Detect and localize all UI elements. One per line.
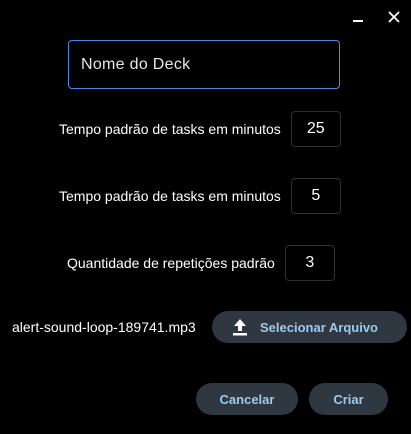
deck-name-input[interactable] bbox=[68, 40, 340, 89]
create-button[interactable]: Criar bbox=[309, 383, 388, 415]
repetitions-input[interactable] bbox=[284, 245, 335, 281]
select-file-label: Selecionar Arquivo bbox=[260, 319, 378, 335]
task-time-input[interactable] bbox=[290, 111, 341, 147]
window-controls bbox=[349, 8, 403, 26]
repetitions-label: Quantidade de repetições padrão bbox=[67, 255, 275, 271]
field-row-task-time: Tempo padrão de tasks em minutos bbox=[59, 111, 341, 147]
field-row-repetitions: Quantidade de repetições padrão bbox=[67, 245, 335, 281]
cancel-button[interactable]: Cancelar bbox=[196, 383, 298, 415]
minimize-icon[interactable] bbox=[349, 8, 367, 26]
close-icon[interactable] bbox=[385, 8, 403, 26]
field-row-task-time-2: Tempo padrão de tasks em minutos bbox=[59, 178, 341, 214]
upload-icon bbox=[232, 318, 248, 336]
task-time-2-input[interactable] bbox=[290, 178, 341, 214]
task-time-label: Tempo padrão de tasks em minutos bbox=[59, 121, 281, 137]
sound-file-row: alert-sound-loop-189741.mp3 bbox=[12, 311, 196, 343]
select-file-button[interactable]: Selecionar Arquivo bbox=[212, 311, 407, 343]
new-deck-dialog: Tempo padrão de tasks em minutos Tempo p… bbox=[0, 0, 411, 434]
task-time-2-label: Tempo padrão de tasks em minutos bbox=[59, 188, 281, 204]
sound-file-name: alert-sound-loop-189741.mp3 bbox=[12, 319, 196, 335]
